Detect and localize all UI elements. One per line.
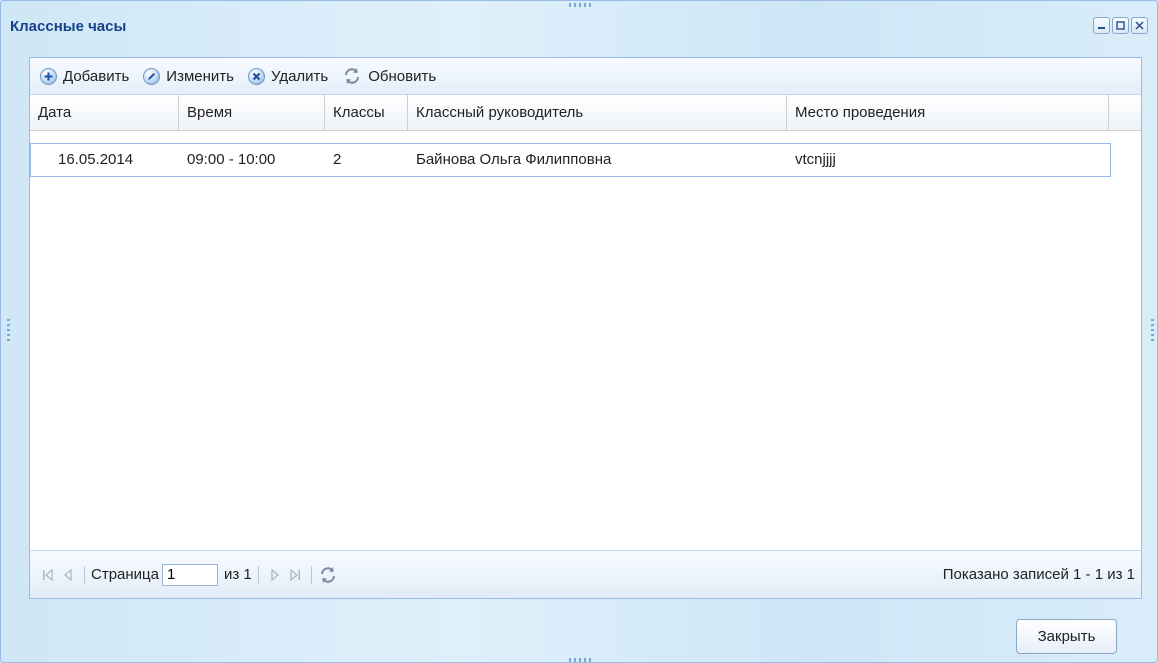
first-page-icon <box>43 568 53 581</box>
classroom-hours-grid-panel: Добавить Изменить Удалить Обновить Дата … <box>29 57 1142 599</box>
prev-page-button[interactable] <box>58 565 78 585</box>
records-info: Показано записей 1 - 1 из 1 <box>942 566 1135 583</box>
minimize-button[interactable] <box>1093 17 1110 34</box>
window-titlebar[interactable]: Классные часы <box>1 1 1157 51</box>
delete-button-label: Удалить <box>270 67 329 85</box>
cell-classes: 2 <box>333 151 342 168</box>
refresh-button-label: Обновить <box>368 67 437 85</box>
page-number-input[interactable] <box>161 563 218 586</box>
paging-toolbar: Страница из 1 Показано записей 1 - 1 из … <box>30 550 1141 598</box>
last-page-button[interactable] <box>285 565 305 585</box>
page-label: Страница <box>91 566 159 583</box>
cell-place: vtcnjjjj <box>795 151 836 168</box>
pager-separator <box>84 565 85 584</box>
grid-toolbar: Добавить Изменить Удалить Обновить <box>30 58 1141 95</box>
pencil-icon <box>143 67 161 85</box>
next-page-icon <box>271 568 279 581</box>
prev-page-icon <box>64 568 72 581</box>
classroom-hours-window: Классные часы Добавить Изменить Удалить … <box>0 0 1158 663</box>
refresh-button[interactable]: Обновить <box>342 66 436 86</box>
column-header-filler <box>1109 95 1141 131</box>
maximize-button[interactable] <box>1112 17 1129 34</box>
pager-refresh-button[interactable] <box>318 565 338 585</box>
last-page-icon <box>290 568 300 581</box>
cell-date: 16.05.2014 <box>58 151 134 168</box>
minimize-icon <box>1098 27 1105 29</box>
cell-teacher: Байнова Ольга Филипповна <box>416 151 612 168</box>
column-header-date[interactable]: Дата <box>30 95 179 131</box>
pager-separator <box>257 565 259 584</box>
page-total-label: из 1 <box>223 566 252 583</box>
column-header-classes[interactable]: Классы <box>325 95 408 131</box>
refresh-icon <box>320 566 335 583</box>
cell-time: 09:00 - 10:00 <box>187 151 276 168</box>
column-header-time[interactable]: Время <box>179 95 325 131</box>
add-button-label: Добавить <box>63 67 130 85</box>
next-page-button[interactable] <box>265 565 285 585</box>
edit-button[interactable]: Изменить <box>143 67 234 85</box>
first-page-button[interactable] <box>38 565 58 585</box>
grid-header: Дата Время Классы Классный руководитель … <box>30 95 1141 131</box>
pager-separator <box>310 565 312 584</box>
maximize-icon <box>1116 21 1125 30</box>
close-window-button[interactable] <box>1131 17 1148 34</box>
window-title: Классные часы <box>10 18 127 35</box>
column-header-place[interactable]: Место проведения <box>787 95 1109 131</box>
window-tools <box>1093 17 1148 34</box>
plus-icon <box>40 67 57 85</box>
column-header-teacher[interactable]: Классный руководитель <box>408 95 787 131</box>
refresh-icon <box>345 68 360 84</box>
resize-grip-bottom[interactable] <box>569 658 593 662</box>
add-button[interactable]: Добавить <box>40 67 130 85</box>
table-row[interactable]: 16.05.2014 09:00 - 10:00 2 Байнова Ольга… <box>30 143 1111 177</box>
resize-grip-left[interactable] <box>7 319 10 343</box>
resize-grip-right[interactable] <box>1151 319 1154 343</box>
close-button[interactable]: Закрыть <box>1016 619 1117 654</box>
close-icon <box>1135 21 1144 30</box>
edit-button-label: Изменить <box>166 67 234 85</box>
delete-button[interactable]: Удалить <box>247 67 329 85</box>
delete-x-icon <box>247 67 265 85</box>
